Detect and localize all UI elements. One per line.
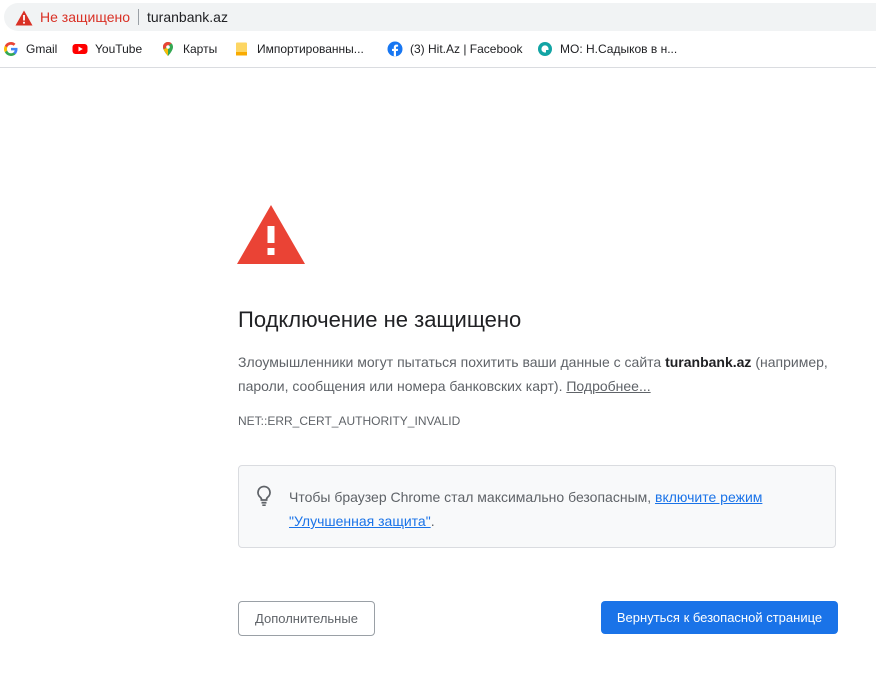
- back-to-safety-button[interactable]: Вернуться к безопасной странице: [601, 601, 838, 634]
- folder-icon: [236, 42, 247, 56]
- address-bar[interactable]: Не защищено turanbank.az: [4, 3, 876, 31]
- bookmark-site[interactable]: МО: Н.Садыков в н...: [537, 37, 677, 61]
- url-text[interactable]: turanbank.az: [147, 9, 228, 25]
- bookmark-gmail[interactable]: Gmail: [3, 37, 57, 61]
- toolbar-divider: [0, 67, 876, 68]
- page-title: Подключение не защищено: [238, 307, 522, 332]
- google-icon: [4, 42, 18, 56]
- error-code: NET::ERR_CERT_AUTHORITY_INVALID: [238, 414, 461, 428]
- bookmark-facebook[interactable]: (3) Hit.Az | Facebook: [387, 37, 523, 61]
- bookmark-label: YouTube: [95, 42, 143, 56]
- bookmark-maps[interactable]: Карты: [160, 37, 217, 61]
- bookmark-label: Карты: [183, 42, 218, 56]
- youtube-icon: [72, 44, 88, 54]
- tip-prefix: Чтобы браузер Chrome стал максимально бе…: [289, 489, 656, 505]
- error-description: Злоумышленники могут пытаться похитить в…: [238, 350, 838, 398]
- warning-triangle-icon: [237, 205, 305, 264]
- bookmarks-bar: Gmail YouTube Карты Импортированны... (3…: [0, 37, 876, 61]
- description-site: turanbank.az: [665, 354, 752, 370]
- facebook-icon: [387, 41, 403, 57]
- warning-triangle-icon[interactable]: [15, 10, 33, 26]
- description-prefix: Злоумышленники могут пытаться похитить в…: [238, 354, 666, 370]
- learn-more-link[interactable]: Подробнее...: [566, 378, 650, 394]
- security-status-label[interactable]: Не защищено: [40, 9, 130, 25]
- bookmark-label: Импортированны...: [257, 42, 364, 56]
- bookmark-label: (3) Hit.Az | Facebook: [410, 42, 523, 56]
- tip-suffix: .: [430, 513, 435, 529]
- bookmark-youtube[interactable]: YouTube: [72, 37, 142, 61]
- tip-text: Чтобы браузер Chrome стал максимально бе…: [289, 485, 819, 533]
- bookmark-folder-imported[interactable]: Импортированны...: [234, 37, 364, 61]
- enhanced-protection-tip: Чтобы браузер Chrome стал максимально бе…: [238, 465, 836, 548]
- omnibox-divider: [138, 9, 139, 25]
- bookmark-label: МО: Н.Садыков в н...: [560, 42, 678, 56]
- advanced-button[interactable]: Дополнительные: [238, 601, 375, 636]
- bookmark-label: Gmail: [26, 42, 58, 56]
- site-icon: [538, 42, 552, 56]
- maps-pin-icon: [163, 42, 173, 56]
- lightbulb-icon: [257, 485, 271, 506]
